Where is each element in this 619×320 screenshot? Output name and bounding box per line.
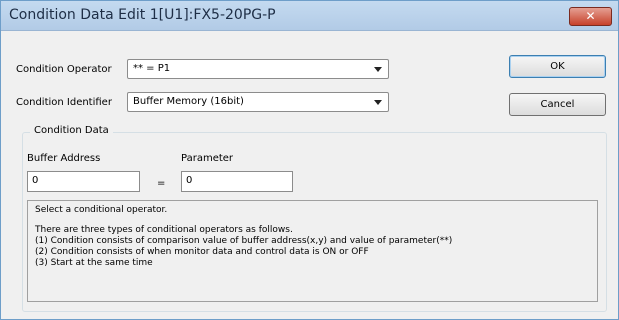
dialog-body: Condition Operator ** = P1 Condition Ide… [9, 32, 612, 313]
ok-button[interactable]: OK [509, 55, 606, 78]
buffer-address-label: Buffer Address [27, 153, 101, 164]
condition-data-group-title: Condition Data [30, 125, 113, 136]
parameter-input[interactable]: 0 [181, 171, 293, 192]
description-line: (1) Condition consists of comparison val… [35, 236, 453, 246]
description-line: There are three types of conditional ope… [35, 225, 293, 235]
close-button[interactable]: ✕ [569, 7, 612, 26]
close-icon: ✕ [585, 9, 596, 23]
buffer-address-value: 0 [32, 175, 39, 186]
description-line: (2) Condition consists of when monitor d… [35, 247, 369, 257]
chevron-down-icon [374, 67, 382, 72]
title-bar[interactable]: Condition Data Edit 1[U1]:FX5-20PG-P ✕ [1, 1, 618, 31]
equals-sign: = [157, 178, 166, 189]
condition-identifier-label: Condition Identifier [16, 97, 112, 108]
description-line: (3) Start at the same time [35, 258, 153, 268]
condition-operator-select[interactable]: ** = P1 [127, 59, 389, 79]
window-title: Condition Data Edit 1[U1]:FX5-20PG-P [9, 7, 276, 23]
description-panel: Select a conditional operator. There are… [27, 200, 598, 302]
parameter-value: 0 [186, 175, 193, 186]
condition-identifier-select[interactable]: Buffer Memory (16bit) [127, 92, 389, 112]
chevron-down-icon [374, 100, 382, 105]
buffer-address-input[interactable]: 0 [27, 171, 140, 192]
condition-data-edit-dialog: Condition Data Edit 1[U1]:FX5-20PG-P ✕ C… [0, 0, 619, 320]
cancel-button[interactable]: Cancel [509, 93, 606, 116]
condition-operator-value: ** = P1 [133, 63, 171, 74]
condition-identifier-value: Buffer Memory (16bit) [133, 96, 244, 107]
condition-operator-label: Condition Operator [16, 64, 112, 75]
description-line: Select a conditional operator. [35, 205, 168, 215]
parameter-label: Parameter [181, 153, 234, 164]
